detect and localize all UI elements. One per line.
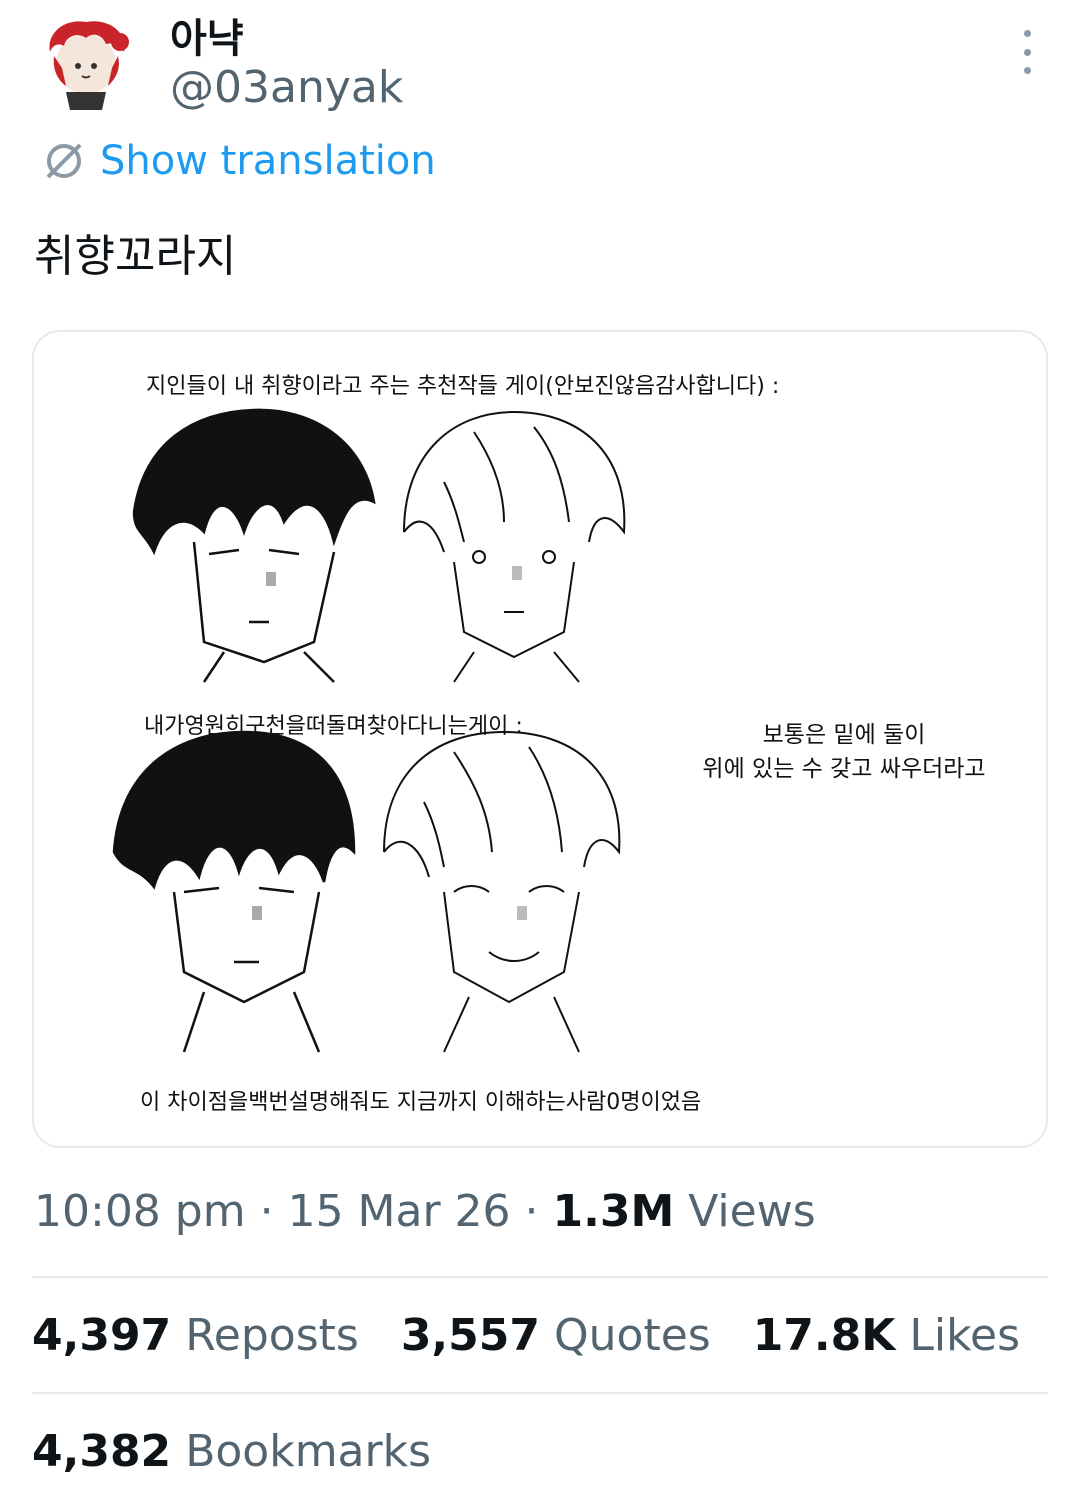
divider [32,1276,1048,1278]
image-side-note: 보통은 밑에 둘이 위에 있는 수 갖고 싸우더라고 [684,718,1004,786]
reposts-label: Reposts [185,1310,359,1361]
character-sketch-dark-hair-bottom [112,730,356,1053]
more-options-icon[interactable] [1010,30,1044,74]
side-note-line-2: 위에 있는 수 갖고 싸우더라고 [702,756,986,782]
show-translation-button[interactable]: Show translation [42,134,436,188]
show-translation-label: Show translation [100,138,436,184]
character-sketch-light-hair-bottom [383,730,621,1053]
tweet-date[interactable]: 15 Mar 26 [288,1186,511,1237]
tweet-header: 아냑 @03anyak [0,0,1080,120]
meta-separator: · [524,1186,539,1237]
quotes-count: 3,557 [400,1310,540,1361]
side-note-line-1: 보통은 밑에 둘이 [762,722,926,748]
tweet-text: 취향꼬라지 [34,231,237,282]
views-count: 1.3M [552,1186,675,1237]
tweet-metadata: 10:08 pm · 15 Mar 26 · 1.3M Views [34,1186,816,1237]
bookmarks-stat[interactable]: 4,382 Bookmarks [32,1426,431,1477]
user-handle[interactable]: @03anyak [170,62,403,113]
likes-stat[interactable]: 17.8K Likes [753,1310,1020,1361]
likes-label: Likes [909,1310,1020,1361]
image-caption-top: 지인들이 내 취향이라고 주는 추천작들 게이(안보진않음감사합니다) : [146,374,780,399]
quotes-label: Quotes [554,1310,711,1361]
character-sketch-light-hair-top [403,410,626,683]
quotes-stat[interactable]: 3,557 Quotes [401,1310,725,1361]
likes-count: 17.8K [752,1310,896,1361]
translate-icon [46,143,82,179]
tweet-time[interactable]: 10:08 pm [34,1186,246,1237]
display-name[interactable]: 아냑 [170,6,244,64]
user-avatar[interactable] [36,12,136,112]
reposts-count: 4,397 [32,1310,172,1361]
divider [32,1392,1048,1394]
tweet-media-image[interactable]: 지인들이 내 취향이라고 주는 추천작들 게이(안보진않음감사합니다) : 내가… [32,330,1048,1148]
meta-separator: · [259,1186,274,1237]
reposts-stat[interactable]: 4,397 Reposts [32,1310,373,1361]
character-sketch-dark-hair-top [132,408,376,683]
engagement-stats: 4,397 Reposts 3,557 Quotes 17.8K Likes [32,1310,1048,1361]
views-label: Views [688,1186,816,1237]
bookmarks-label: Bookmarks [185,1426,432,1477]
image-caption-middle: 내가영원히구천을떠돌며찾아다니는게이 : [144,714,523,739]
bookmarks-count: 4,382 [32,1426,172,1477]
image-caption-bottom: 이 차이점을백번설명해줘도 지금까지 이해하는사람0명이었음 [140,1090,702,1115]
